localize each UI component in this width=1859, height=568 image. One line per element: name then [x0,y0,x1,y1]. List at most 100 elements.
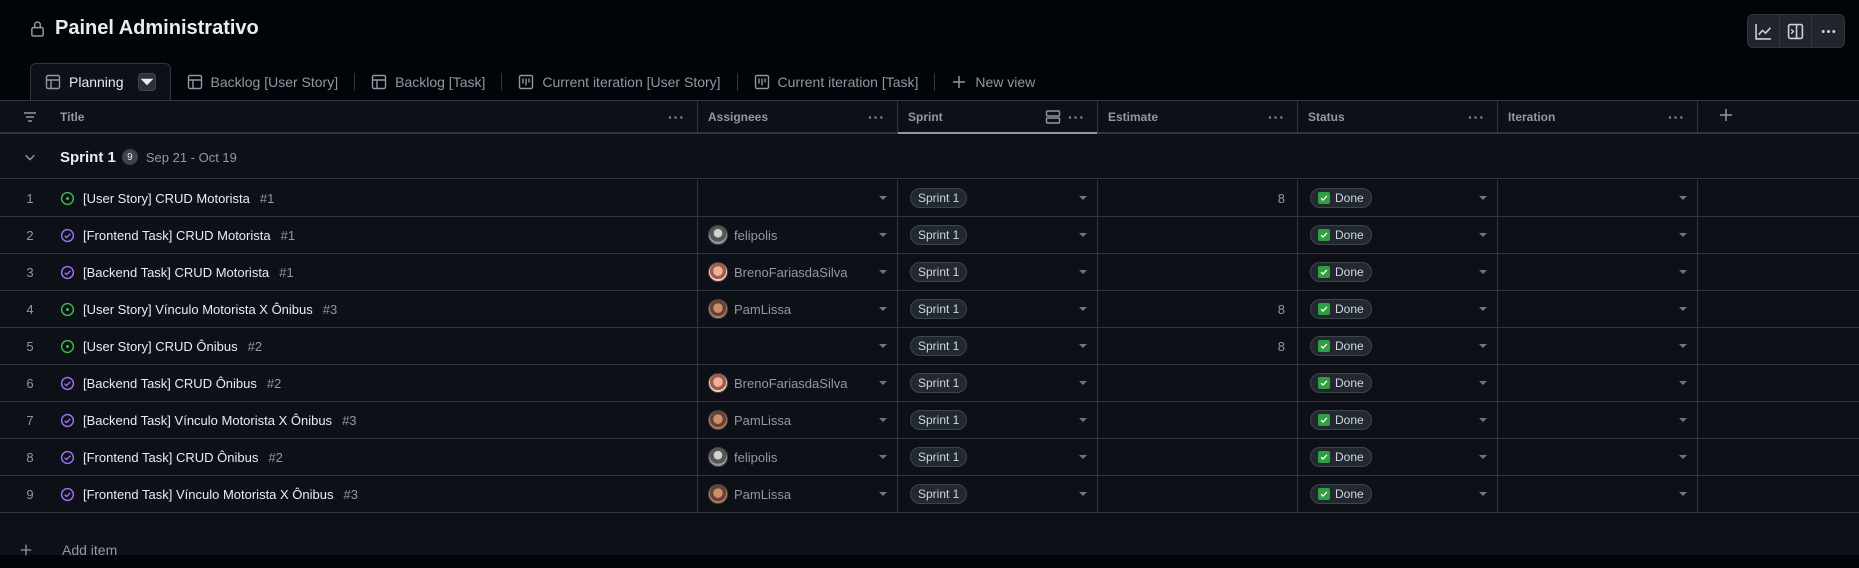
iteration-cell[interactable] [1498,402,1698,438]
status-cell[interactable]: Done [1298,254,1498,290]
tab-view[interactable]: Current iteration [User Story] [502,63,736,100]
chevron-down-icon[interactable] [879,196,887,200]
title-cell[interactable]: [User Story] CRUD Ônibus #2 [60,328,698,364]
group-header[interactable]: Sprint 1 9 Sep 21 - Oct 19 [0,136,1859,179]
column-menu-icon[interactable]: ··· [1468,109,1485,125]
column-header-estimate[interactable]: Estimate ··· [1098,101,1298,132]
sprint-cell[interactable]: Sprint 1 [898,439,1098,475]
status-cell[interactable]: Done [1298,402,1498,438]
estimate-cell[interactable]: 8 [1098,328,1298,364]
table-row[interactable]: 4 [User Story] Vínculo Motorista X Ônibus… [0,291,1859,328]
iteration-cell[interactable] [1498,254,1698,290]
title-cell[interactable]: [Frontend Task] CRUD Ônibus #2 [60,439,698,475]
chevron-down-icon[interactable] [1679,307,1687,311]
title-cell[interactable]: [Frontend Task] Vínculo Motorista X Ônib… [60,476,698,512]
sprint-cell[interactable]: Sprint 1 [898,476,1098,512]
iteration-cell[interactable] [1498,180,1698,216]
table-row[interactable]: 6 [Backend Task] CRUD Ônibus #2 BrenoFarias… [0,365,1859,402]
chevron-down-icon[interactable] [1479,270,1487,274]
iteration-cell[interactable] [1498,365,1698,401]
item-title[interactable]: [User Story] CRUD Ônibus [83,339,238,354]
column-menu-icon[interactable]: ··· [1068,109,1085,125]
table-row[interactable]: 2 [Frontend Task] CRUD Motorista #1 felipol… [0,217,1859,254]
iteration-cell[interactable] [1498,439,1698,475]
chevron-down-icon[interactable] [879,381,887,385]
estimate-cell[interactable] [1098,439,1298,475]
sprint-cell[interactable]: Sprint 1 [898,365,1098,401]
chevron-down-icon[interactable] [1079,196,1087,200]
estimate-cell[interactable] [1098,476,1298,512]
chevron-down-icon[interactable] [1479,381,1487,385]
title-cell[interactable]: [Backend Task] Vínculo Motorista X Ônibu… [60,402,698,438]
item-title[interactable]: [User Story] CRUD Motorista [83,191,250,206]
item-title[interactable]: [User Story] Vínculo Motorista X Ônibus [83,302,313,317]
chevron-down-icon[interactable] [1079,307,1087,311]
column-header-assignees[interactable]: Assignees ··· [698,101,898,132]
chevron-down-icon[interactable] [1479,233,1487,237]
column-header-iteration[interactable]: Iteration ··· [1498,101,1698,132]
iteration-cell[interactable] [1498,217,1698,253]
chevron-down-icon[interactable] [1479,344,1487,348]
sprint-cell[interactable]: Sprint 1 [898,328,1098,364]
column-header-status[interactable]: Status ··· [1298,101,1498,132]
chevron-down-icon[interactable] [879,233,887,237]
status-cell[interactable]: Done [1298,365,1498,401]
chevron-down-icon[interactable] [1079,492,1087,496]
estimate-cell[interactable] [1098,217,1298,253]
chevron-down-icon[interactable] [1079,233,1087,237]
item-title[interactable]: [Frontend Task] CRUD Motorista [83,228,271,243]
sprint-cell[interactable]: Sprint 1 [898,217,1098,253]
table-row[interactable]: 9 [Frontend Task] Vínculo Motorista X Ôni… [0,476,1859,513]
sprint-cell[interactable]: Sprint 1 [898,254,1098,290]
title-cell[interactable]: [Frontend Task] CRUD Motorista #1 [60,217,698,253]
add-column-button[interactable] [1698,101,1859,132]
chevron-down-icon[interactable] [1679,344,1687,348]
chevron-down-icon[interactable] [1479,455,1487,459]
sprint-cell[interactable]: Sprint 1 [898,180,1098,216]
column-menu-icon[interactable]: ··· [668,109,685,125]
chevron-down-icon[interactable] [1079,455,1087,459]
iteration-cell[interactable] [1498,328,1698,364]
insights-icon[interactable] [1748,15,1780,47]
group-by-icon[interactable] [1045,109,1061,128]
chevron-down-icon[interactable] [1079,344,1087,348]
chevron-down-icon[interactable] [879,418,887,422]
assignees-cell[interactable] [698,180,898,216]
chevron-down-icon[interactable] [879,492,887,496]
assignees-cell[interactable]: PamLissa [698,402,898,438]
estimate-cell[interactable]: 8 [1098,291,1298,327]
estimate-cell[interactable] [1098,365,1298,401]
column-menu-icon[interactable]: ··· [868,109,885,125]
sprint-cell[interactable]: Sprint 1 [898,291,1098,327]
status-cell[interactable]: Done [1298,439,1498,475]
column-header-title[interactable]: Title ··· [60,101,698,132]
tab-view[interactable]: Current iteration [Task] [738,63,935,100]
item-title[interactable]: [Frontend Task] CRUD Ônibus [83,450,258,465]
table-row[interactable]: 3 [Backend Task] CRUD Motorista #1 BrenoFar… [0,254,1859,291]
chevron-down-icon[interactable] [1679,196,1687,200]
status-cell[interactable]: Done [1298,476,1498,512]
table-row[interactable]: 1 [User Story] CRUD Motorista #1 Sprint 1 8D… [0,180,1859,217]
chevron-down-icon[interactable] [0,150,60,164]
chevron-down-icon[interactable] [1679,270,1687,274]
assignees-cell[interactable]: felipolis [698,439,898,475]
column-menu-icon[interactable]: ··· [1268,109,1285,125]
chevron-down-icon[interactable] [1679,233,1687,237]
iteration-cell[interactable] [1498,476,1698,512]
assignees-cell[interactable]: felipolis [698,217,898,253]
iteration-cell[interactable] [1498,291,1698,327]
chevron-down-icon[interactable] [879,270,887,274]
assignees-cell[interactable] [698,328,898,364]
table-row[interactable]: 7 [Backend Task] Vínculo Motorista X Ônib… [0,402,1859,439]
new-view-button[interactable]: New view [935,63,1051,100]
view-options-button[interactable] [137,73,156,91]
status-cell[interactable]: Done [1298,217,1498,253]
tab-view[interactable]: Backlog [User Story] [171,63,355,100]
title-cell[interactable]: [User Story] Vínculo Motorista X Ônibus #… [60,291,698,327]
item-title[interactable]: [Backend Task] Vínculo Motorista X Ônibu… [83,413,332,428]
estimate-cell[interactable] [1098,402,1298,438]
chevron-down-icon[interactable] [879,307,887,311]
chevron-down-icon[interactable] [1679,455,1687,459]
status-cell[interactable]: Done [1298,180,1498,216]
chevron-down-icon[interactable] [1679,492,1687,496]
